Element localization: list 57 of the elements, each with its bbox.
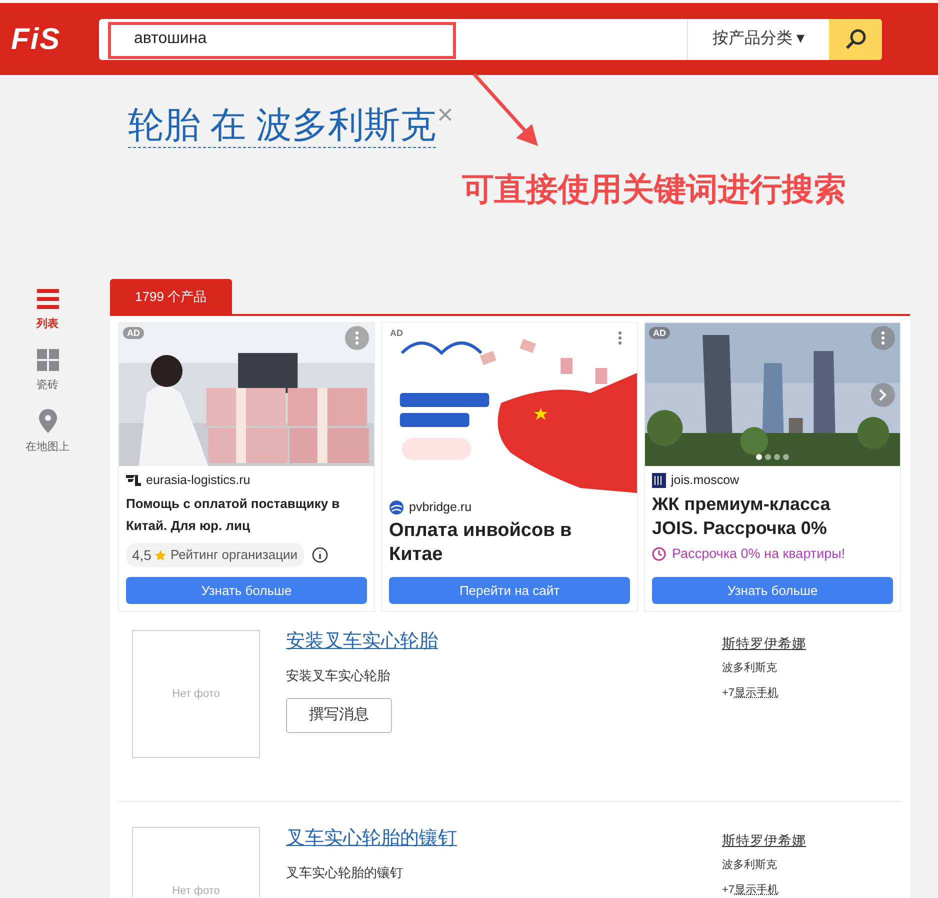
view-mode-option[interactable]: 列表 (36, 288, 58, 332)
logo-icon (126, 474, 141, 486)
ad-label: AD (389, 327, 404, 339)
phone-prefix: +7 (722, 686, 735, 701)
promo-text: Рассрочка 0% на квартиры! (672, 545, 846, 563)
ad-label: AD (649, 327, 670, 339)
seller-link[interactable]: 斯特罗伊希娜 (722, 634, 806, 654)
list-icon (36, 288, 58, 310)
more-options-button[interactable] (345, 326, 369, 350)
ad-domain[interactable]: jois.moscow (671, 470, 740, 490)
ad-title[interactable]: Помощь с оплатой поставщику в Китай. Для юр. лиц (126, 493, 351, 537)
map-pin-icon (38, 409, 56, 433)
clock-icon (652, 547, 666, 562)
more-icon (881, 331, 885, 345)
annotation-text: 可直接使用关键词进行搜索 (462, 170, 846, 209)
rating-label: Рейтинг организации (170, 546, 298, 564)
seller-city: 波多利斯克 (722, 661, 778, 676)
star-icon (155, 550, 166, 560)
product-title-link[interactable]: 叉车实心轮胎的镶钉 (286, 827, 457, 851)
message-button[interactable]: 撰写消息 (286, 698, 392, 732)
seller-link[interactable]: 斯特罗伊希娜 (722, 831, 806, 852)
search-field[interactable]: автошина (99, 18, 687, 60)
globe-icon (389, 500, 404, 514)
view-mode-option[interactable]: 瓷砖 (36, 348, 58, 393)
ad-cta-button[interactable]: Узнать больше (652, 577, 893, 604)
grid-icon (36, 348, 58, 370)
category-dropdown[interactable]: 按产品分类 ▾ (687, 18, 829, 60)
product-description: 叉车实心轮胎的镶钉 (286, 864, 404, 882)
view-mode-option[interactable]: 在地图上 (26, 409, 70, 456)
search-icon (844, 28, 866, 50)
info-icon[interactable] (312, 547, 328, 563)
site-logo[interactable]: FiS (11, 16, 91, 62)
page-heading: 轮胎 在 波多利斯克 (128, 103, 436, 148)
no-photo-text: Нет фото (172, 884, 220, 897)
show-phone-link[interactable]: 显示手机 (734, 882, 779, 897)
rating-value: 4,5 (132, 546, 152, 564)
show-phone-link[interactable]: 显示手机 (734, 684, 779, 702)
ad-domain[interactable]: pvbridge.ru (409, 498, 472, 516)
more-icon (618, 331, 622, 345)
ad-domain[interactable]: eurasia-logistics.ru (146, 470, 250, 490)
more-options-button[interactable] (871, 326, 895, 350)
next-button[interactable] (871, 383, 895, 407)
logo-icon (652, 472, 666, 488)
seller-city: 波多利斯克 (722, 858, 778, 874)
chevron-right-icon (879, 389, 887, 401)
search-button[interactable] (829, 18, 882, 60)
phone-prefix: +7 (722, 882, 735, 897)
ad-cta-button[interactable]: Узнать больше (126, 577, 367, 604)
ad-label: AD (123, 327, 144, 339)
no-photo-text: Нет фото (172, 686, 220, 702)
more-icon (355, 331, 359, 345)
results-tab[interactable]: 1799 个产品 (110, 279, 232, 314)
product-description: 安装叉车实心轮胎 (286, 667, 391, 685)
ad-cta-button[interactable]: Перейти на сайт (389, 577, 630, 604)
product-title-link[interactable]: 安装叉车实心轮胎 (286, 630, 438, 654)
ad-title[interactable]: ЖК премиум-класса JOIS. Рассрочка 0% (652, 492, 877, 540)
ad-title[interactable]: Оплата инвойсов в Китае (389, 519, 579, 567)
